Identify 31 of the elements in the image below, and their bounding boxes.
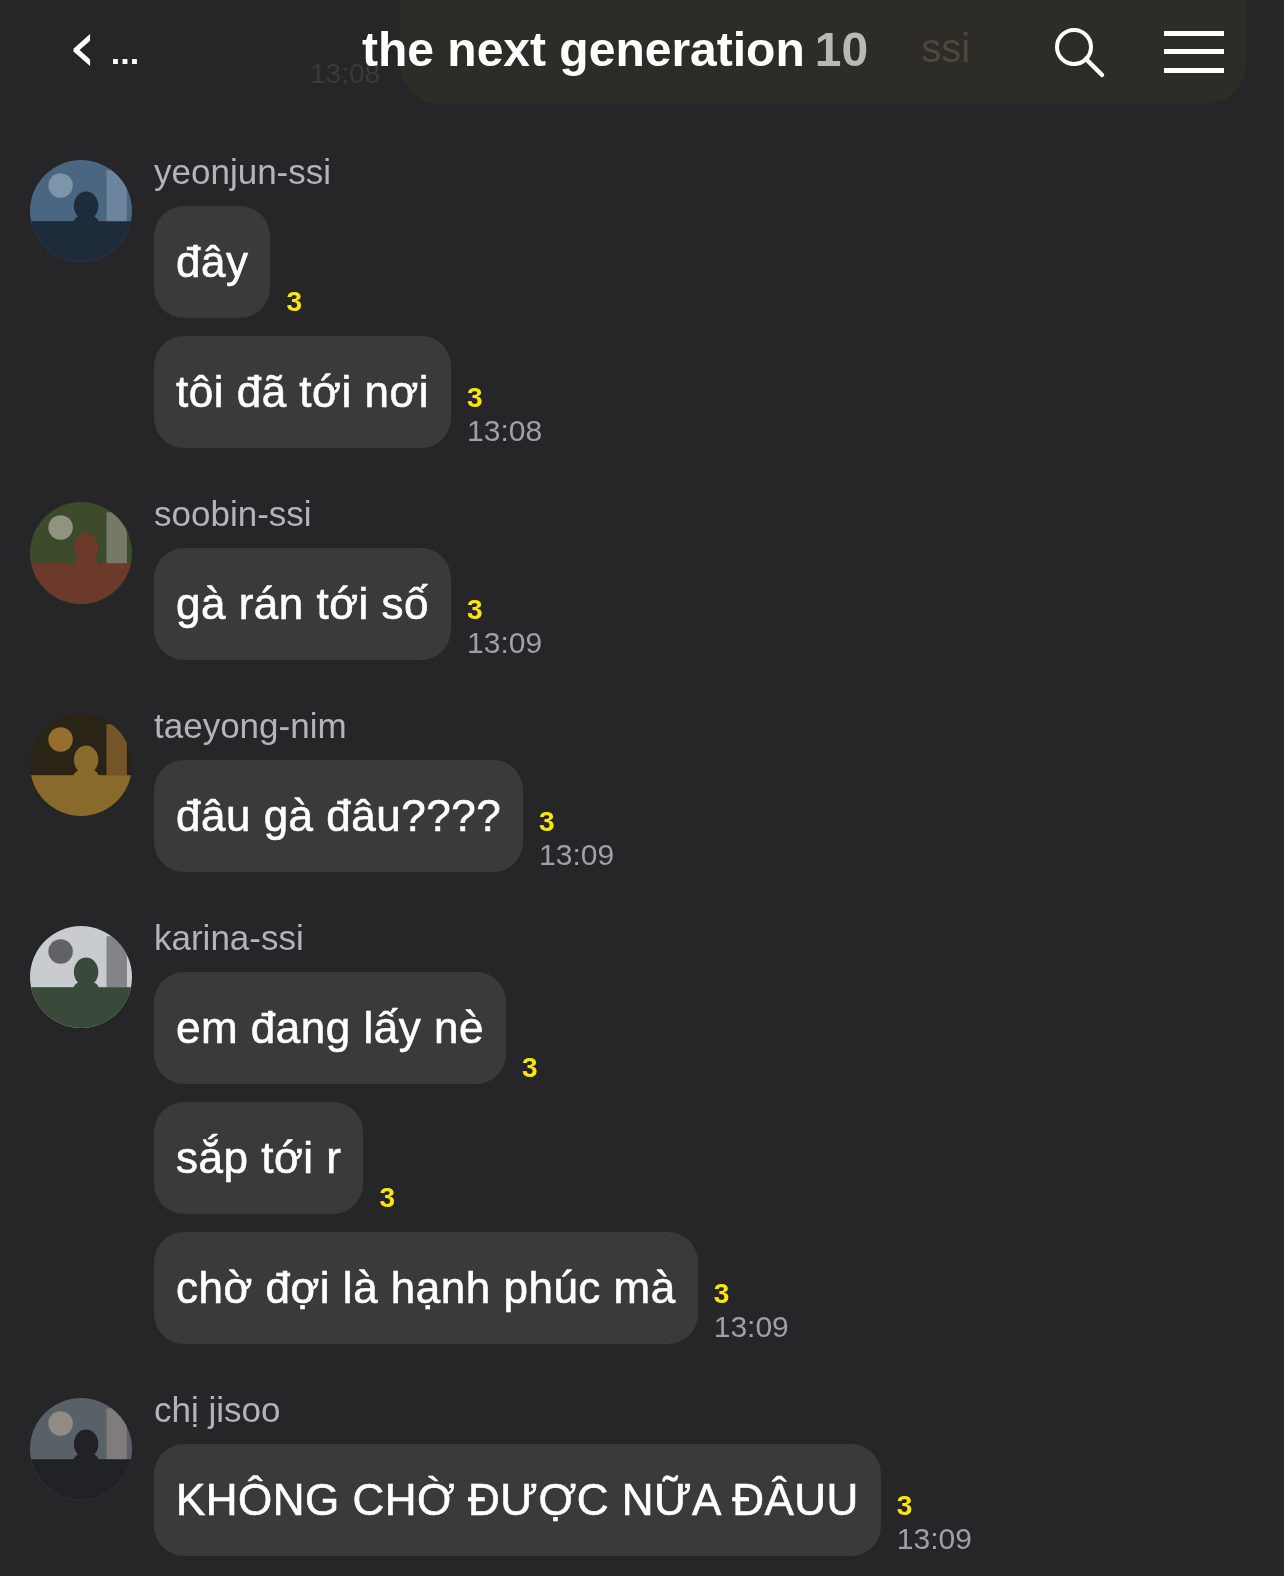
unread-count: 3: [286, 286, 303, 318]
search-icon[interactable]: [1052, 25, 1106, 79]
message-bubble: đâu gà đâu????: [154, 760, 524, 872]
sender-name: chị jisoo: [154, 1390, 282, 1430]
message-bubble: tôi đã tới nơi: [154, 336, 452, 448]
message-bubble: sắp tới r: [154, 1102, 364, 1214]
unread-count: 3: [521, 1052, 538, 1084]
back-button[interactable]: ‹: [68, 10, 97, 94]
message-bubble: KHÔNG CHỜ ĐƯỢC NỮA ĐÂUU: [154, 1444, 881, 1556]
unread-count: 3: [467, 594, 483, 626]
sender-name: taeyong-nim: [154, 706, 348, 746]
sender-name: karina-ssi: [154, 918, 305, 958]
message-bubble: em đang lấy nè: [154, 972, 506, 1084]
message-time: 13:08: [467, 414, 543, 448]
sender-name: soobin-ssi: [154, 494, 313, 534]
message-time: 13:09: [467, 626, 543, 660]
message-bubble: chờ đợi là hạnh phúc mà: [154, 1232, 698, 1344]
sender-name: yeonjun-ssi: [154, 152, 333, 192]
message-bubble: đây: [154, 206, 271, 318]
message-time: 13:09: [539, 838, 615, 872]
unread-count: 3: [379, 1182, 395, 1214]
unread-count: 3: [713, 1278, 730, 1310]
unread-count: 3: [467, 382, 483, 414]
message-bubble: gà rán tới số: [154, 548, 452, 660]
more-label: ...: [110, 32, 140, 72]
member-count: 10: [814, 22, 869, 77]
unread-count: 3: [539, 806, 555, 838]
unread-count: 3: [896, 1490, 913, 1522]
message-time: 13:09: [713, 1310, 789, 1344]
menu-icon[interactable]: [1164, 29, 1224, 75]
message-time: 13:09: [896, 1522, 972, 1556]
